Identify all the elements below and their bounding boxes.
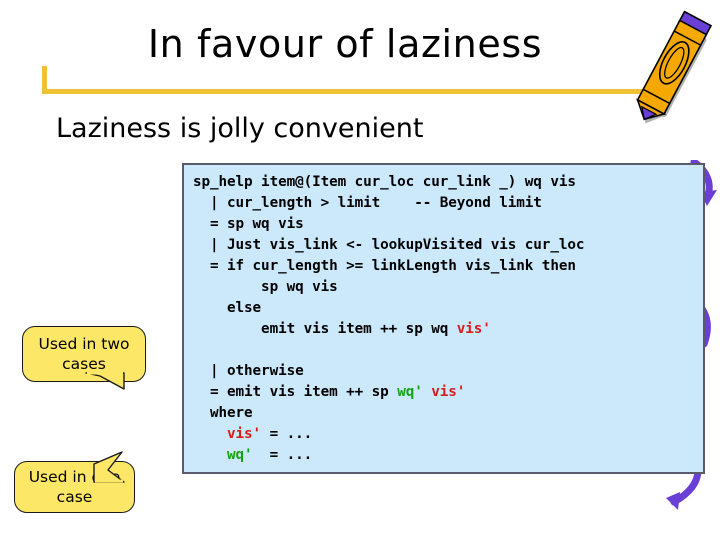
code-line: = if cur_length >= linkLength vis_link t… (193, 258, 576, 274)
code-line: sp wq vis (193, 279, 338, 295)
callout-tail-icon (85, 371, 125, 390)
code-line-suffix: = ... (252, 447, 313, 463)
code-line: sp_help item@(Item cur_loc cur_link _) w… (193, 174, 576, 190)
code-line: = sp wq vis (193, 216, 304, 232)
code-line: | Just vis_link <- lookupVisited vis cur… (193, 237, 585, 253)
callout-tail-icon (93, 451, 125, 483)
code-line-prefix: emit vis item ++ sp wq (193, 321, 457, 337)
title-underline-hook (42, 66, 47, 94)
code-line-prefix: = emit vis item ++ sp (193, 384, 398, 400)
code-line: | otherwise (193, 363, 304, 379)
crayon-icon (636, 10, 713, 124)
code-block: sp_help item@(Item cur_loc cur_link _) w… (182, 163, 705, 474)
code-token-wq-prime: wq' (227, 447, 253, 463)
callout-line-2: case (56, 488, 93, 506)
code-line: | cur_length > limit -- Beyond limit (193, 195, 542, 211)
callout-used-in-two-cases: Used in two cases (22, 326, 146, 390)
purple-curved-arrow-bottom-icon (666, 468, 702, 510)
code-text: sp_help item@(Item cur_loc cur_link _) w… (184, 165, 703, 466)
code-token-vis-prime: vis' (431, 384, 466, 400)
code-line: where (193, 405, 253, 421)
callout-used-in-one-case: Used in one case (14, 451, 135, 513)
title-underline-rule (42, 89, 655, 94)
code-token-vis-prime: vis' (227, 426, 262, 442)
code-token-vis-prime: vis' (456, 321, 491, 337)
subtitle-text: Laziness is jolly convenient (56, 113, 424, 144)
code-line: else (193, 300, 262, 316)
code-line-suffix: = ... (261, 426, 313, 442)
code-token-wq-prime: wq' (397, 384, 423, 400)
callout-line-1: Used in two (38, 335, 130, 353)
page-title: In favour of laziness (147, 22, 543, 66)
